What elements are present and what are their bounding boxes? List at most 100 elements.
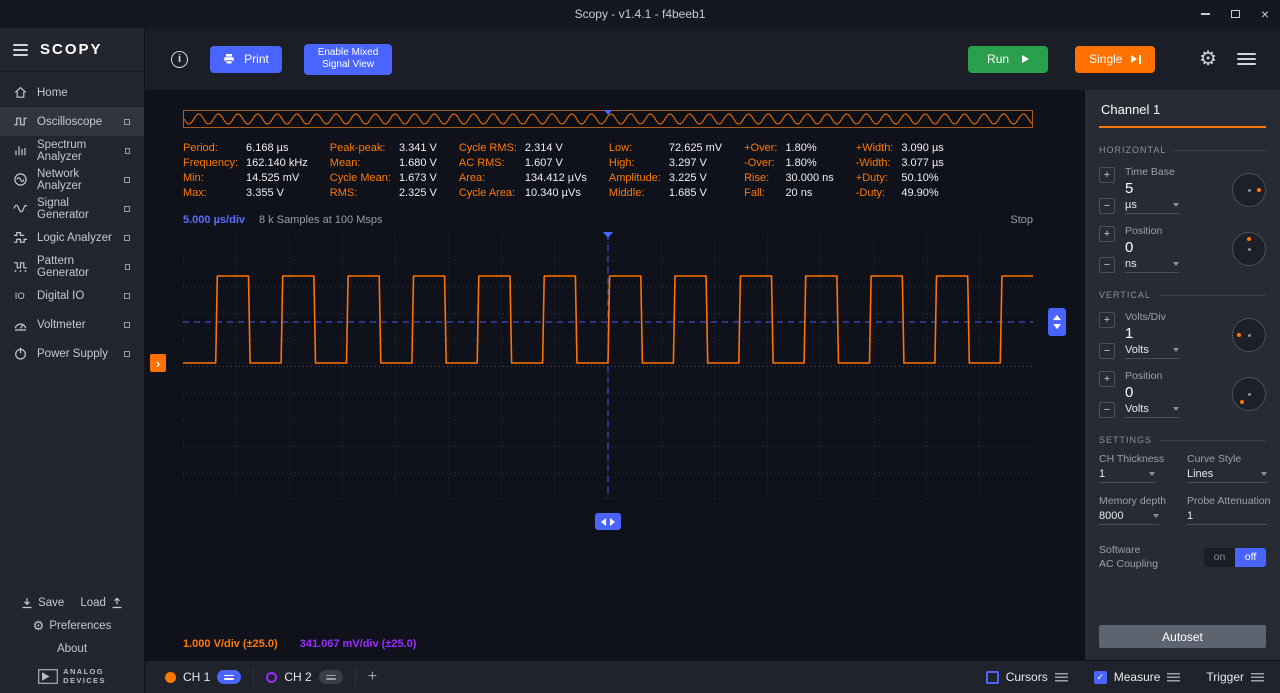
time-base-value[interactable]: 5 (1125, 180, 1179, 197)
detach-indicator[interactable] (124, 350, 130, 357)
sidebar-item-home[interactable]: Home (0, 78, 144, 107)
h-position-knob[interactable] (1232, 232, 1266, 266)
measure-menu-icon[interactable] (1167, 672, 1181, 682)
preview-trigger-marker[interactable] (604, 110, 612, 115)
load-label: Load (80, 597, 106, 609)
ch-thickness-select[interactable]: 1 (1099, 468, 1155, 483)
about-link[interactable]: About (57, 643, 87, 655)
probe-attenuation-label: Probe Attenuation (1187, 495, 1271, 507)
minimize-icon (1200, 13, 1210, 15)
volts-div-value[interactable]: 1 (1125, 325, 1179, 342)
h-position-decrement-button[interactable]: − (1099, 256, 1115, 273)
add-channel-button[interactable]: + (368, 668, 377, 686)
h-position-unit-select[interactable]: ns (1125, 258, 1179, 273)
run-label: Run (987, 52, 1010, 66)
detach-indicator[interactable] (124, 263, 130, 270)
sidebar-item-voltmeter[interactable]: Voltmeter (0, 310, 144, 339)
measure-tool[interactable]: ✓ Measure (1093, 670, 1181, 684)
sidebar-item-network-analyzer[interactable]: Network Analyzer (0, 165, 144, 194)
channel2-tab[interactable]: CH 2 (254, 667, 356, 687)
oscilloscope-plot[interactable]: › (150, 232, 1066, 530)
run-button[interactable]: Run (968, 45, 1049, 73)
restore-button[interactable] (1220, 0, 1250, 28)
detach-indicator[interactable] (124, 205, 130, 212)
trigger-tool[interactable]: Trigger (1206, 670, 1264, 684)
v-position-unit-select[interactable]: Volts (1125, 403, 1179, 418)
sidebar-item-signal-generator[interactable]: Signal Generator (0, 194, 144, 223)
sidebar-item-digital-io[interactable]: IO Digital IO (0, 281, 144, 310)
preferences-button[interactable]: ⚙ Preferences (33, 618, 112, 634)
load-button[interactable]: Load (80, 597, 123, 609)
settings-section-header: SETTINGS (1099, 435, 1266, 445)
channel1-tab[interactable]: CH 1 (153, 667, 255, 687)
v-position-knob[interactable] (1232, 377, 1266, 411)
panel-toggle-icon[interactable] (1237, 53, 1256, 65)
sidebar-item-logic-analyzer[interactable]: Logic Analyzer (0, 223, 144, 252)
home-icon (13, 85, 28, 100)
print-button[interactable]: Print (210, 45, 282, 73)
volts-div-unit-select[interactable]: Volts (1125, 344, 1179, 359)
detach-indicator[interactable] (124, 176, 130, 183)
v-position-value[interactable]: 0 (1125, 384, 1179, 401)
sidebar-item-power-supply[interactable]: Power Supply (0, 339, 144, 368)
detach-indicator[interactable] (124, 118, 130, 125)
v-position-increment-button[interactable]: + (1099, 370, 1115, 387)
settings-gear-icon[interactable]: ⚙ (1199, 49, 1217, 69)
ch1-settings-toggle[interactable] (217, 670, 242, 684)
ac-coupling-on-button[interactable]: on (1204, 547, 1235, 567)
single-button[interactable]: Single (1075, 45, 1156, 73)
h-position-increment-button[interactable]: + (1099, 225, 1115, 242)
minimize-button[interactable] (1190, 0, 1220, 28)
measurement-column: +Over: 1.80% -Over: 1.80% Rise: 30.000 ns Fall… (744, 142, 834, 199)
sidebar-item-pattern-generator[interactable]: Pattern Generator (0, 252, 144, 281)
vertical-position-control: + − Position 0 Volts (1099, 370, 1266, 418)
detach-indicator[interactable] (124, 321, 130, 328)
detach-indicator[interactable] (124, 234, 130, 241)
time-base-unit-select[interactable]: µs (1125, 199, 1179, 214)
printer-icon (224, 54, 234, 65)
memory-depth-select[interactable]: 8000 (1099, 510, 1159, 525)
info-icon[interactable]: i (171, 50, 188, 68)
sidebar-item-label: Pattern Generator (37, 254, 89, 279)
plot-region: Period: 6.168 µs Frequency: 162.140 kHz Min:… (145, 90, 1085, 660)
menu-toggle-icon[interactable] (13, 43, 28, 56)
probe-attenuation-input[interactable]: 1 (1187, 510, 1267, 525)
trigger-position-handle[interactable] (595, 513, 621, 530)
detach-indicator[interactable] (124, 147, 130, 154)
channel-panel-title[interactable]: Channel 1 (1099, 100, 1266, 126)
detach-indicator[interactable] (124, 292, 130, 299)
curve-style-select[interactable]: Lines (1187, 468, 1267, 483)
channel1-offset-handle[interactable]: › (150, 354, 166, 372)
time-base-increment-button[interactable]: + (1099, 166, 1115, 183)
v-position-decrement-button[interactable]: − (1099, 401, 1115, 418)
autoset-button[interactable]: Autoset (1099, 625, 1266, 648)
volts-div-increment-button[interactable]: + (1099, 311, 1115, 328)
sidebar-menu: Home Oscilloscope Spectrum Analyzer Network… (0, 72, 144, 368)
acquisition-preview[interactable] (183, 110, 1033, 128)
time-base-knob[interactable] (1232, 173, 1266, 207)
volts-div-decrement-button[interactable]: − (1099, 342, 1115, 359)
h-position-value[interactable]: 0 (1125, 239, 1179, 256)
network-analyzer-icon (13, 172, 28, 187)
cursors-tool[interactable]: Cursors (985, 670, 1068, 684)
sidebar-item-oscilloscope[interactable]: Oscilloscope (0, 107, 144, 136)
mixed-signal-button[interactable]: Enable Mixed Signal View (304, 43, 392, 75)
trigger-menu-icon[interactable] (1251, 672, 1264, 682)
measurement-label: +Over: (744, 142, 778, 154)
trigger-level-handle[interactable] (1048, 308, 1066, 336)
time-base-decrement-button[interactable]: − (1099, 197, 1115, 214)
ch2-settings-toggle[interactable] (318, 670, 343, 684)
measurement-value: 2.325 V (398, 187, 437, 199)
measurement-label: Mean: (329, 157, 361, 169)
cursors-checkbox[interactable] (985, 670, 999, 684)
measure-checkbox[interactable]: ✓ (1093, 670, 1107, 684)
cursors-menu-icon[interactable] (1054, 672, 1068, 682)
measurement-label: Middle: (608, 187, 645, 199)
volts-div-knob[interactable] (1232, 318, 1266, 352)
window-title: Scopy - v1.4.1 - f4beeb1 (574, 7, 706, 21)
ac-coupling-off-button[interactable]: off (1235, 547, 1266, 567)
trigger-position-marker[interactable] (603, 232, 613, 238)
save-button[interactable]: Save (21, 597, 64, 609)
sidebar-item-spectrum-analyzer[interactable]: Spectrum Analyzer (0, 136, 144, 165)
close-button[interactable]: × (1250, 0, 1280, 28)
